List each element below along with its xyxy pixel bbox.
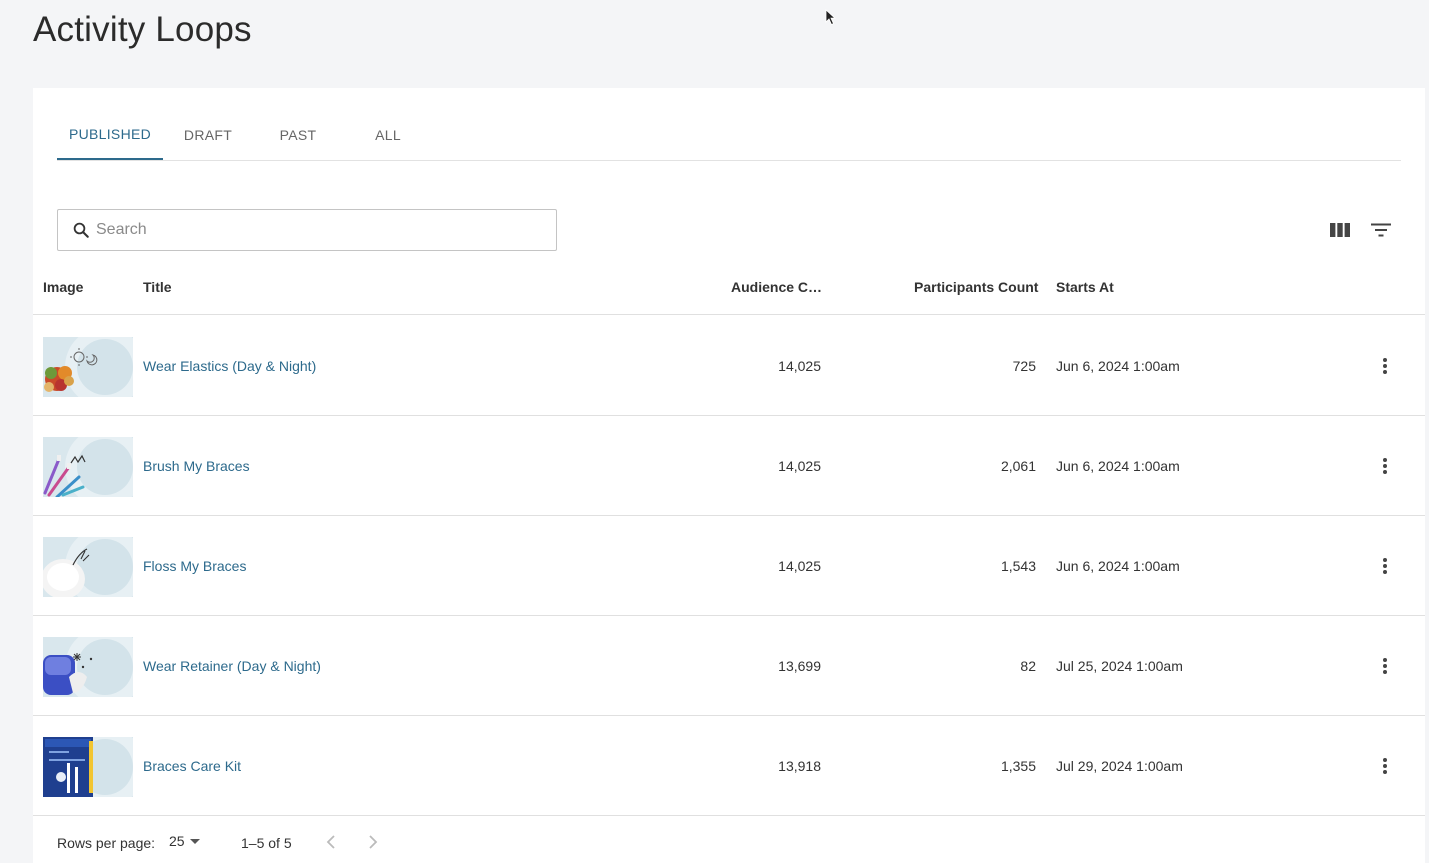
participants-count: 2,061 [1000, 458, 1036, 474]
view-column-icon[interactable] [1329, 219, 1351, 241]
more-vert-icon[interactable] [1375, 456, 1395, 476]
audience-count: 14,025 [778, 558, 821, 574]
page-title: Activity Loops [33, 10, 252, 49]
table-pagination: Rows per page: 25 1–5 of 5 [33, 816, 1425, 863]
participants-count: 82 [1020, 658, 1036, 674]
starts-at: Jul 25, 2024 1:00am [1056, 658, 1183, 674]
tab-draft[interactable]: DRAFT [163, 110, 253, 160]
next-page-icon[interactable] [363, 832, 383, 852]
search-icon [73, 222, 89, 238]
header-title[interactable]: Title [143, 266, 172, 315]
activity-title-link[interactable]: Brush My Braces [143, 458, 250, 474]
starts-at: Jun 6, 2024 1:00am [1056, 558, 1180, 574]
pagination-range: 1–5 of 5 [241, 835, 292, 851]
audience-count: 14,025 [778, 358, 821, 374]
more-vert-icon[interactable] [1375, 756, 1395, 776]
starts-at: Jun 6, 2024 1:00am [1056, 358, 1180, 374]
search-input[interactable] [96, 221, 516, 239]
header-starts-at[interactable]: Starts At [1056, 266, 1114, 315]
activity-title-link[interactable]: Wear Elastics (Day & Night) [143, 358, 316, 374]
audience-count: 14,025 [778, 458, 821, 474]
header-image[interactable]: Image [43, 266, 83, 315]
table-row[interactable]: Wear Elastics (Day & Night) 14,025 725 J… [33, 316, 1425, 416]
table-row[interactable]: Braces Care Kit 13,918 1,355 Jul 29, 202… [33, 716, 1425, 816]
elastics-thumbnail [43, 337, 133, 397]
activity-title-link[interactable]: Braces Care Kit [143, 758, 241, 774]
activity-title-link[interactable]: Wear Retainer (Day & Night) [143, 658, 321, 674]
retainer-thumbnail [43, 637, 133, 697]
header-audience-count[interactable]: Audience C… [731, 266, 822, 315]
more-vert-icon[interactable] [1375, 656, 1395, 676]
rows-per-page-label: Rows per page: [57, 835, 156, 851]
audience-count: 13,699 [778, 658, 821, 674]
participants-count: 1,355 [1000, 758, 1036, 774]
mouse-cursor-icon [825, 9, 837, 26]
tab-past[interactable]: PAST [253, 110, 343, 160]
activity-loops-card: PUBLISHED DRAFT PAST ALL Image Title Aud… [33, 88, 1425, 863]
search-box[interactable] [57, 209, 557, 251]
more-vert-icon[interactable] [1375, 356, 1395, 376]
table-row[interactable]: Brush My Braces 14,025 2,061 Jun 6, 2024… [33, 416, 1425, 516]
starts-at: Jul 29, 2024 1:00am [1056, 758, 1183, 774]
table-row[interactable]: Wear Retainer (Day & Night) 13,699 82 Ju… [33, 616, 1425, 716]
participants-count: 725 [1012, 358, 1036, 374]
floss-thumbnail [43, 537, 133, 597]
rows-per-page-select[interactable]: 25 [169, 833, 205, 849]
participants-count: 1,543 [1000, 558, 1036, 574]
tab-all[interactable]: ALL [343, 110, 433, 160]
care-kit-thumbnail [43, 737, 133, 797]
header-participants-count[interactable]: Participants Count [914, 266, 1038, 315]
table-header: Image Title Audience C… Participants Cou… [33, 266, 1425, 315]
audience-count: 13,918 [778, 758, 821, 774]
activity-title-link[interactable]: Floss My Braces [143, 558, 246, 574]
more-vert-icon[interactable] [1375, 556, 1395, 576]
toothbrush-thumbnail [43, 437, 133, 497]
previous-page-icon[interactable] [321, 832, 341, 852]
status-tabs: PUBLISHED DRAFT PAST ALL [57, 110, 1401, 161]
arrow-drop-down-icon [189, 839, 200, 844]
starts-at: Jun 6, 2024 1:00am [1056, 458, 1180, 474]
tab-published[interactable]: PUBLISHED [57, 110, 163, 160]
table-row[interactable]: Floss My Braces 14,025 1,543 Jun 6, 2024… [33, 516, 1425, 616]
filter-list-icon[interactable] [1370, 219, 1392, 241]
rows-per-page-value: 25 [169, 833, 185, 849]
